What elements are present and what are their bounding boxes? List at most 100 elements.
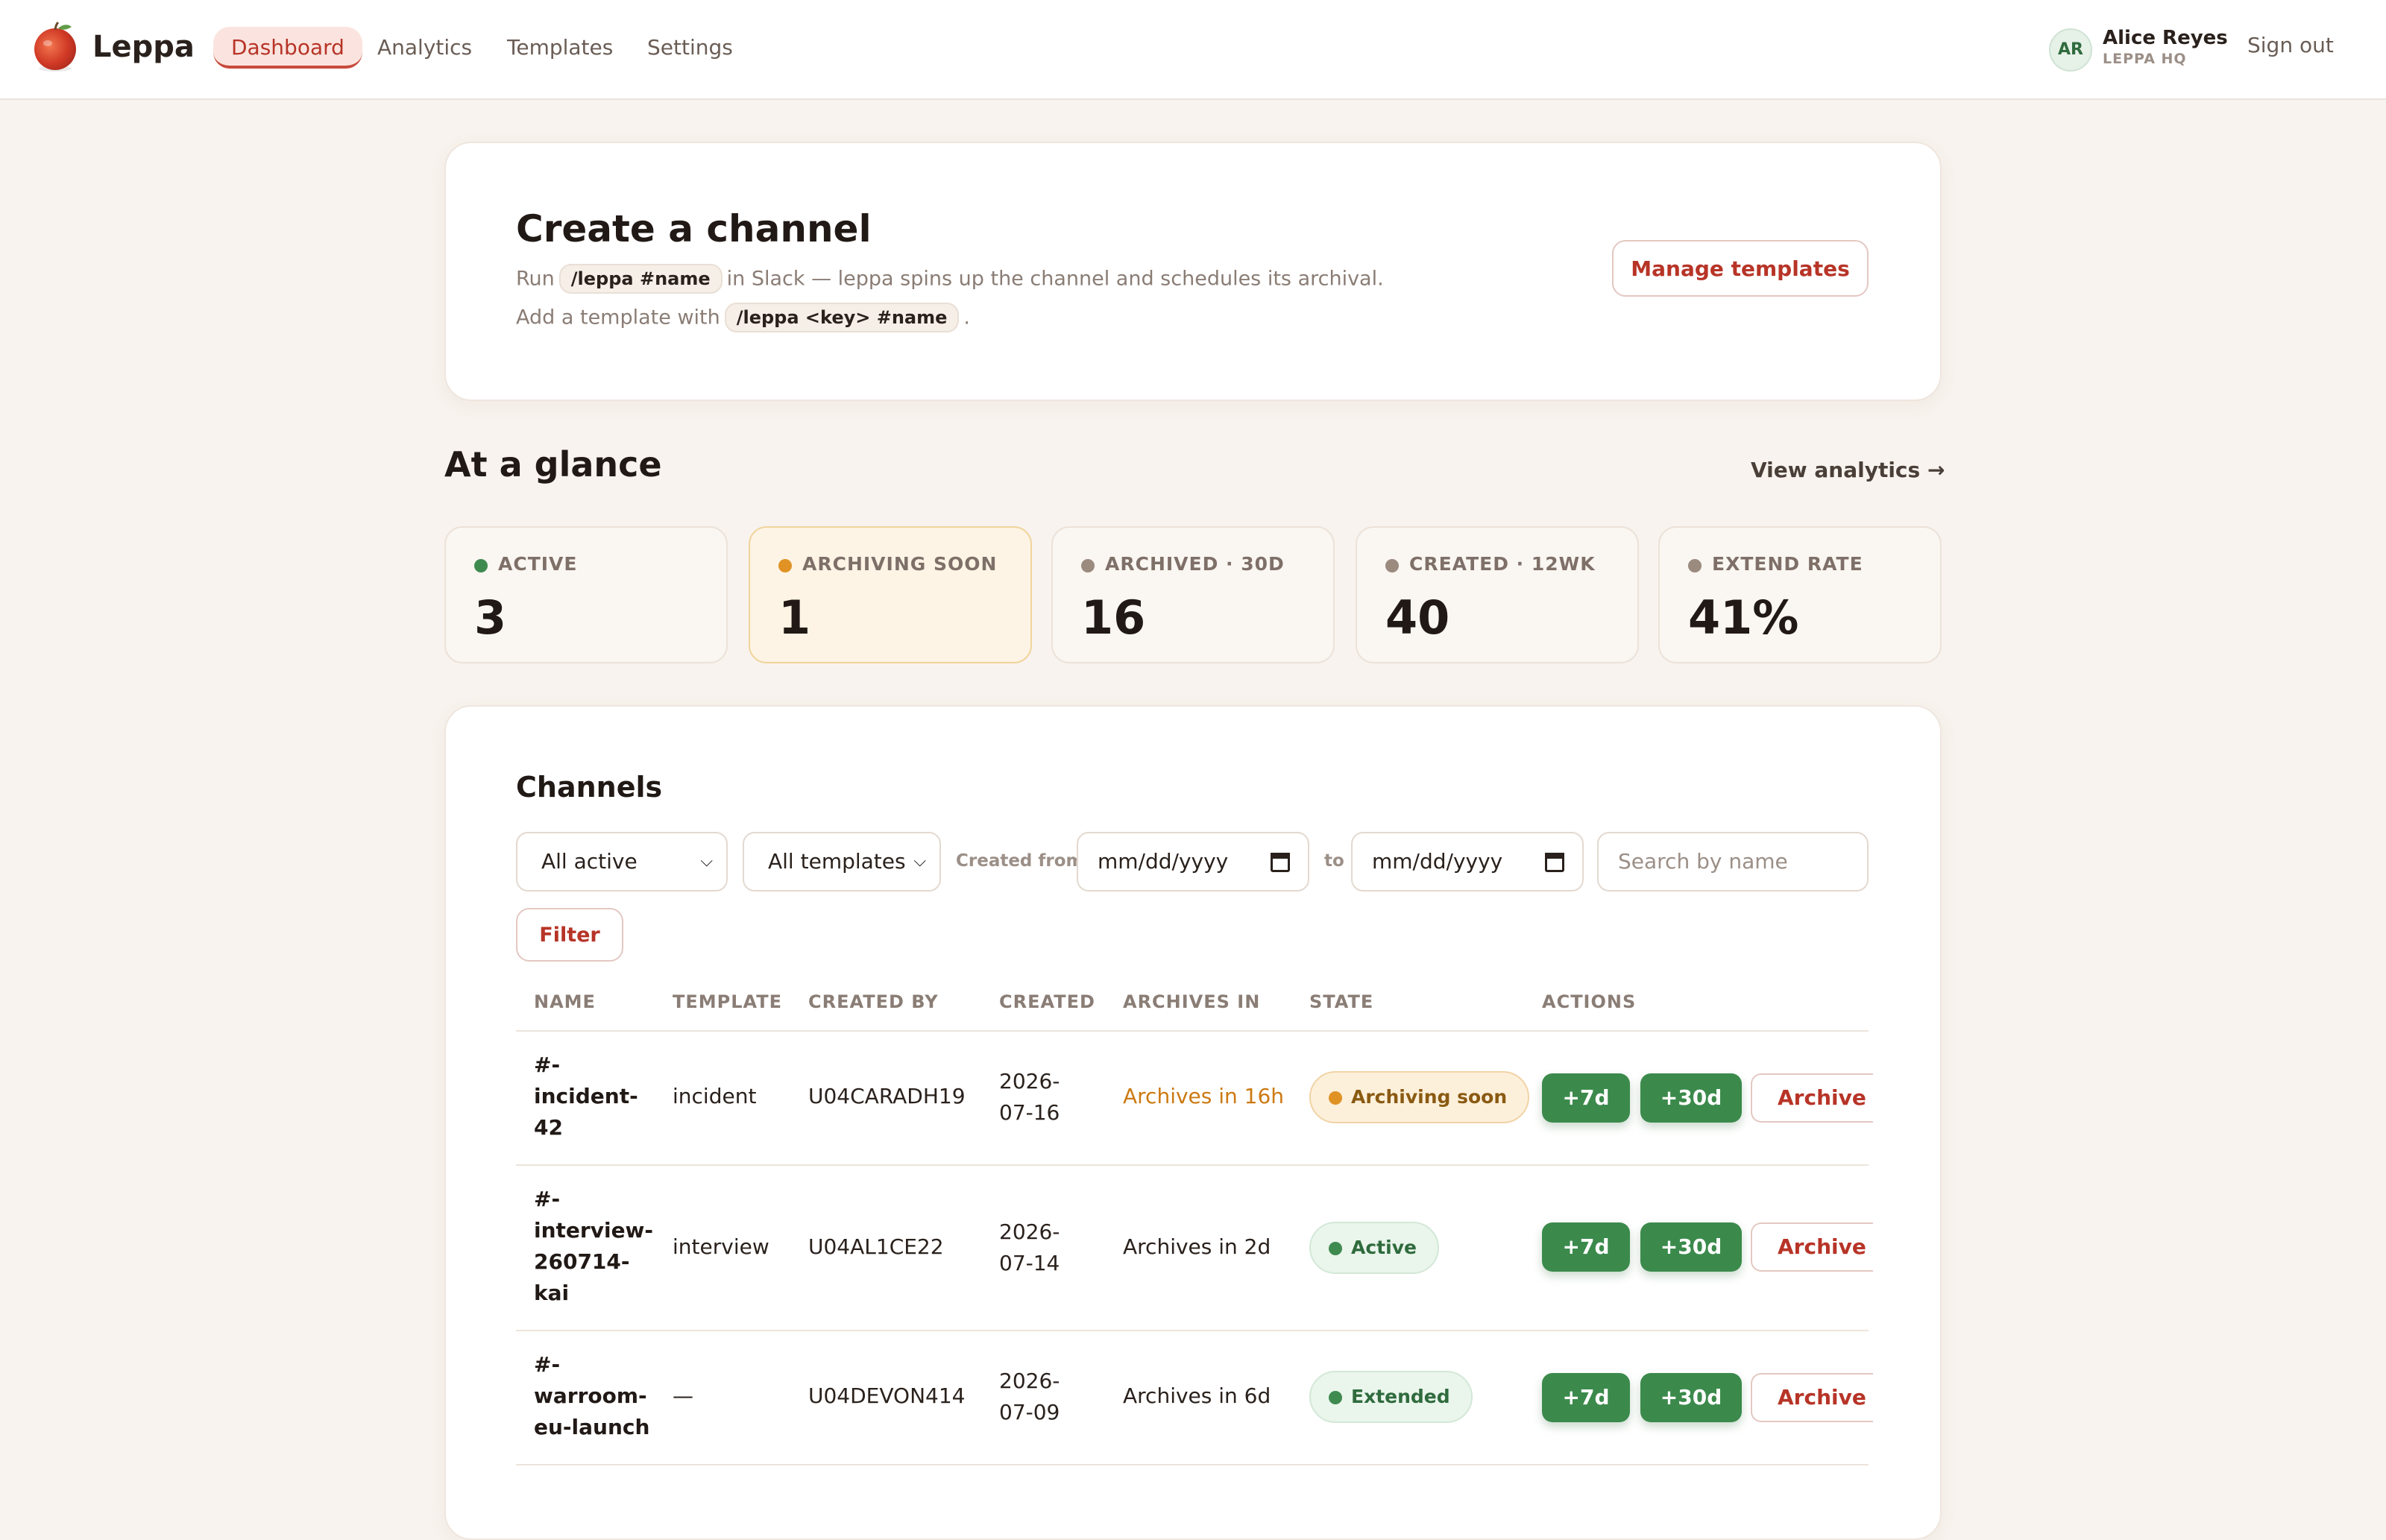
status-filter-select[interactable]: All active ⌵: [516, 832, 728, 892]
stat-archived-30d: ARCHIVED · 30D 16: [1051, 526, 1335, 663]
status-dot-icon: [1329, 1091, 1342, 1105]
status-badge-label: Archiving soon: [1351, 1086, 1508, 1108]
created-line: 2026-: [999, 1369, 1060, 1393]
sign-out-link[interactable]: Sign out: [2247, 33, 2334, 57]
name-line: #-: [534, 1352, 561, 1377]
stat-label: CREATED · 12WK: [1409, 553, 1596, 575]
user-avatar[interactable]: AR: [2049, 28, 2092, 72]
created-line: 07-16: [999, 1100, 1060, 1125]
created-line: 2026-: [999, 1069, 1060, 1094]
to-label: to: [1324, 851, 1344, 871]
name-line: #-: [534, 1187, 561, 1211]
filter-button[interactable]: Filter: [516, 908, 623, 962]
column-header-template[interactable]: TEMPLATE: [673, 991, 782, 1012]
extend-7d-button[interactable]: +7d: [1542, 1373, 1630, 1422]
name-line: incident-: [534, 1084, 638, 1108]
status-dot-icon: [1329, 1242, 1342, 1255]
template-filter-select[interactable]: All templates ⌵: [743, 832, 941, 892]
archive-now-button[interactable]: Archive now: [1751, 1373, 1873, 1422]
instruction-text: Run: [516, 267, 555, 291]
table-row-channel-name[interactable]: #- incident- 42: [534, 1050, 638, 1143]
extend-30d-button[interactable]: +30d: [1640, 1073, 1742, 1123]
extend-7d-button[interactable]: +7d: [1542, 1073, 1630, 1123]
calendar-icon[interactable]: [1271, 853, 1290, 872]
date-placeholder: mm/dd/yyyy: [1372, 849, 1503, 874]
status-filter-value: All active: [541, 849, 638, 874]
stat-active: ACTIVE 3: [444, 526, 728, 663]
stat-label: EXTEND RATE: [1712, 553, 1863, 575]
status-dot-icon: [1385, 559, 1399, 572]
name-line: interview-: [534, 1218, 654, 1243]
status-badge-label: Extended: [1351, 1386, 1450, 1407]
channels-title: Channels: [516, 771, 663, 804]
table-row-created: 2026- 07-14: [999, 1216, 1060, 1279]
brand-name: Leppa: [92, 30, 195, 64]
extend-30d-button[interactable]: +30d: [1640, 1373, 1742, 1422]
stat-value: 16: [1081, 590, 1146, 645]
column-header-archives-in[interactable]: ARCHIVES IN: [1123, 991, 1260, 1012]
table-divider: [516, 1330, 1869, 1331]
manage-templates-button[interactable]: Manage templates: [1612, 240, 1869, 297]
template-command-code: /leppa <key> #name: [724, 303, 960, 332]
stat-value: 1: [778, 590, 811, 645]
user-name: Alice Reyes: [2103, 27, 2228, 49]
archive-now-button[interactable]: Archive now: [1751, 1073, 1873, 1123]
status-badge-label: Active: [1351, 1237, 1417, 1258]
extend-30d-button[interactable]: +30d: [1640, 1222, 1742, 1272]
calendar-icon[interactable]: [1545, 853, 1564, 872]
column-header-created[interactable]: CREATED: [999, 991, 1095, 1012]
search-input[interactable]: Search by name: [1597, 832, 1869, 892]
table-row-created-by: U04DEVON414: [808, 1383, 966, 1408]
create-instruction-line: Run/leppa #name in Slack — leppa spins up…: [516, 264, 1384, 294]
name-line: #-: [534, 1053, 561, 1077]
name-line: kai: [534, 1281, 570, 1305]
stat-value: 40: [1385, 590, 1450, 645]
instruction-text: in Slack — leppa spins up the channel an…: [726, 267, 1384, 291]
top-nav-bar: Leppa Dashboard Analytics Templates Sett…: [0, 0, 2386, 100]
stat-label: ACTIVE: [498, 553, 578, 575]
stat-label: ARCHIVED · 30D: [1105, 553, 1285, 575]
table-row-created-by: U04AL1CE22: [808, 1234, 944, 1259]
created-from-label: Created from: [956, 851, 1084, 871]
table-row-channel-name[interactable]: #- warroom- eu-launch: [534, 1349, 649, 1443]
name-line: 42: [534, 1115, 563, 1140]
extend-7d-button[interactable]: +7d: [1542, 1222, 1630, 1272]
view-analytics-link[interactable]: View analytics →: [1751, 458, 1945, 482]
status-badge: Active: [1309, 1222, 1439, 1274]
status-dot-icon: [1329, 1391, 1342, 1404]
at-a-glance-title: At a glance: [444, 444, 662, 485]
column-header-created-by[interactable]: CREATED BY: [808, 991, 939, 1012]
stat-created-12wk: CREATED · 12WK 40: [1356, 526, 1639, 663]
archive-now-button[interactable]: Archive now: [1751, 1222, 1873, 1272]
template-instruction-line: Add a template with/leppa <key> #name.: [516, 303, 970, 332]
table-divider: [516, 1164, 1869, 1166]
column-header-state[interactable]: STATE: [1309, 991, 1373, 1012]
stat-value: 41%: [1688, 590, 1799, 645]
nav-settings[interactable]: Settings: [647, 27, 733, 69]
nav-analytics[interactable]: Analytics: [377, 27, 472, 69]
created-to-date-input[interactable]: mm/dd/yyyy: [1351, 832, 1584, 892]
table-row-created: 2026- 07-09: [999, 1366, 1060, 1428]
column-header-name[interactable]: NAME: [534, 991, 596, 1012]
created-from-date-input[interactable]: mm/dd/yyyy: [1077, 832, 1309, 892]
table-row-archives-in: Archives in 6d: [1123, 1383, 1271, 1408]
table-row-created: 2026- 07-16: [999, 1066, 1060, 1129]
status-dot-icon: [1081, 559, 1095, 572]
stat-label: ARCHIVING SOON: [802, 553, 998, 575]
nav-dashboard[interactable]: Dashboard: [213, 27, 362, 69]
name-line: eu-launch: [534, 1415, 650, 1439]
table-row-archives-in: Archives in 16h: [1123, 1084, 1285, 1108]
table-row-channel-name[interactable]: #- interview- 260714- kai: [534, 1184, 653, 1309]
status-dot-icon: [474, 559, 488, 572]
status-badge: Extended: [1309, 1371, 1473, 1423]
chevron-down-icon: ⌵: [700, 852, 713, 871]
nav-templates[interactable]: Templates: [507, 27, 613, 69]
table-divider: [516, 1464, 1869, 1465]
created-line: 07-14: [999, 1251, 1060, 1275]
column-header-actions: ACTIONS: [1542, 991, 1637, 1012]
date-placeholder: mm/dd/yyyy: [1098, 849, 1229, 874]
template-filter-value: All templates: [768, 849, 906, 874]
stat-value: 3: [474, 590, 507, 645]
stat-archiving-soon: ARCHIVING SOON 1: [749, 526, 1032, 663]
created-line: 2026-: [999, 1219, 1060, 1244]
